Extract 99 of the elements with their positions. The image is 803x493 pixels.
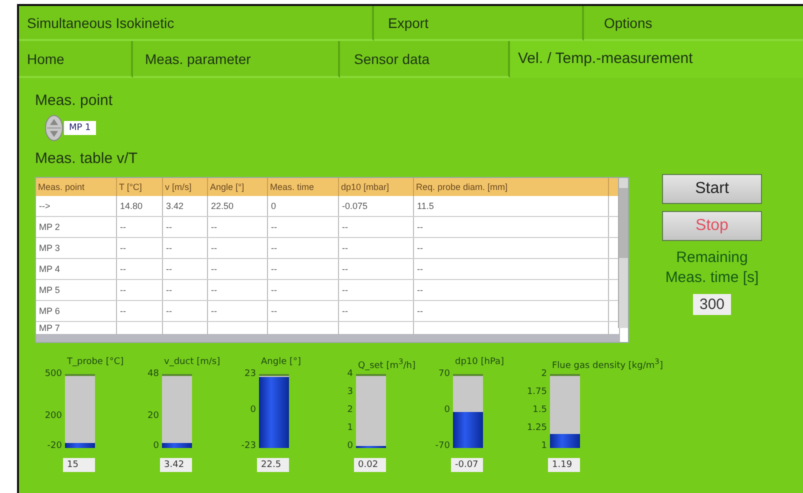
table-cell: -->	[36, 196, 116, 216]
table-cell: --	[208, 216, 268, 238]
table-cell: -0.075	[338, 196, 414, 216]
table-cell: --	[268, 300, 338, 322]
tab[interactable]: Sensor data	[340, 41, 510, 78]
gauge-value: -0.07	[451, 458, 483, 472]
table-cell: MP 4	[36, 258, 116, 280]
table-cell: --	[162, 258, 208, 280]
tab[interactable]: Meas. parameter	[133, 41, 340, 78]
table-cell: --	[162, 238, 208, 258]
table-cell: --	[338, 258, 414, 280]
tick-label: 1	[347, 423, 353, 433]
table-cell: --	[338, 216, 414, 238]
table-cell: --	[162, 300, 208, 322]
tick-label: 4	[347, 369, 353, 379]
tick-label: 20	[148, 411, 159, 421]
gauge-title: v_duct [m/s]	[164, 357, 220, 369]
table-cell: --	[338, 300, 414, 322]
table-cell: --	[268, 216, 338, 238]
gauge-title: Flue gas density [kg/m$^{3}$]	[552, 357, 663, 371]
tick-label: 3	[347, 387, 353, 397]
tab[interactable]: Simultaneous Isokinetic	[19, 6, 374, 41]
gauge-title: Q_set [m$^{3}$/h]	[358, 357, 416, 371]
tick-label: 0	[444, 405, 450, 415]
tick-label: 1.5	[532, 405, 547, 415]
table-cell: --	[162, 280, 208, 300]
gauge-title: T_probe [°C]	[67, 357, 124, 369]
table-cell: --	[116, 258, 162, 280]
tick-label: 0	[250, 405, 256, 415]
tab[interactable]: Options	[584, 6, 803, 41]
tick-label: 2	[541, 369, 547, 379]
tick-label: 1	[541, 441, 547, 451]
table-cell: 11.5	[414, 196, 608, 216]
table-title: Meas. table v/T	[35, 150, 139, 167]
start-button[interactable]: Start	[662, 174, 762, 204]
gauge-value: 1.19	[548, 458, 580, 472]
timer-label: Remaining Meas. time [s]	[664, 248, 760, 288]
table-cell: --	[268, 280, 338, 300]
table-cell: --	[338, 238, 414, 258]
tab[interactable]: Home	[19, 41, 133, 78]
table-cell: MP 2	[36, 216, 116, 238]
table-cell: --	[208, 280, 268, 300]
tick-label: 23	[244, 369, 256, 379]
table-cell: --	[208, 300, 268, 322]
table-cell: --	[116, 216, 162, 238]
spinner-arrows-icon[interactable]	[45, 115, 63, 141]
spinner-field[interactable]: MP 1	[64, 121, 96, 135]
tick-label: -20	[47, 441, 62, 451]
gauge-value: 22.5	[257, 458, 289, 472]
table-cell: --	[338, 280, 414, 300]
table-cell: --	[116, 238, 162, 258]
gauge-title: Angle [°]	[261, 357, 301, 369]
table-cell: 14.80	[116, 196, 162, 216]
column-header: Angle [°]	[208, 178, 268, 196]
tick-label: -70	[435, 441, 450, 451]
column-header: dp10 [mbar]	[338, 178, 414, 196]
column-header: v [m/s]	[162, 178, 208, 196]
gauge-value: 3.42	[160, 458, 192, 472]
table-cell: MP 5	[36, 280, 116, 300]
column-header: Meas. time	[268, 178, 338, 196]
tick-label: 0	[153, 441, 159, 451]
gauge-title: dp10 [hPa]	[455, 357, 504, 369]
tick-label: 0	[347, 441, 353, 451]
tick-label: 200	[44, 410, 62, 421]
table-cell: --	[414, 300, 608, 322]
table-cell: --	[116, 300, 162, 322]
table-cell: --	[116, 280, 162, 300]
tick-label: 500	[44, 369, 62, 379]
table-cell: MP 3	[36, 238, 116, 258]
scrollbar[interactable]	[36, 334, 620, 342]
column-header: Meas. point	[36, 178, 116, 196]
table-cell: 22.50	[208, 196, 268, 216]
timer-value: 300	[693, 294, 731, 315]
table-cell: --	[208, 238, 268, 258]
tick-label: 1.75	[526, 387, 547, 397]
table-cell: --	[414, 238, 608, 258]
table-cell: --	[268, 238, 338, 258]
tick-label: 48	[148, 369, 159, 379]
tab[interactable]: Vel. / Temp.-measurement	[510, 41, 803, 78]
table-cell: --	[162, 216, 208, 238]
scrollbar[interactable]	[618, 178, 628, 328]
gauge-value: 0.02	[354, 458, 386, 472]
column-header: Req. probe diam. [mm]	[414, 178, 608, 196]
tick-label: 1.25	[526, 423, 547, 433]
tick-label: -23	[241, 441, 256, 451]
table-cell: MP 6	[36, 300, 116, 322]
gauge-value: 15	[63, 458, 95, 472]
table-cell: --	[414, 258, 608, 280]
tab[interactable]: Export	[374, 6, 584, 41]
column-header: T [°C]	[116, 178, 162, 196]
field-label: Meas. point	[35, 92, 114, 109]
table-cell: --	[208, 258, 268, 280]
table-cell: 0	[268, 196, 338, 216]
table-cell: --	[414, 216, 608, 238]
table-cell: 3.42	[162, 196, 208, 216]
table-cell: --	[268, 258, 338, 280]
tick-label: 70	[438, 369, 450, 379]
table-cell: --	[414, 280, 608, 300]
tick-label: 2	[347, 405, 353, 415]
